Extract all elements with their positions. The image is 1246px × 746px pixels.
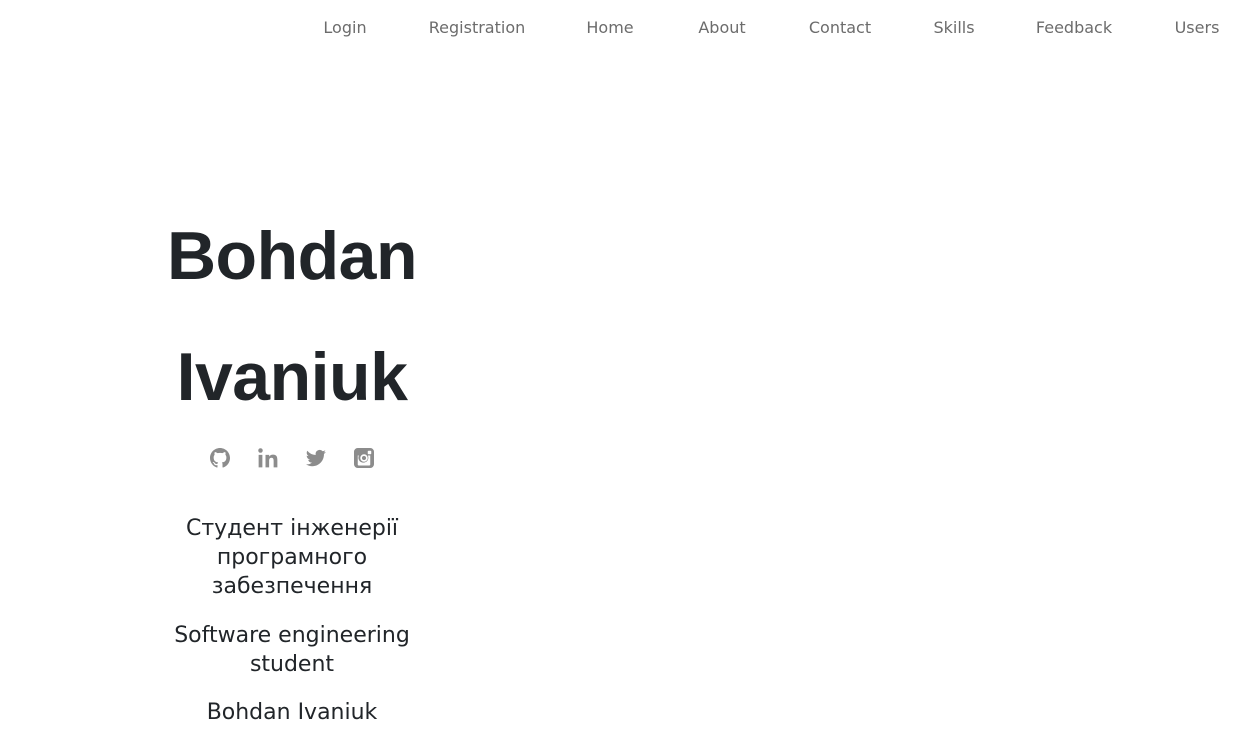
linkedin-icon [258,448,278,468]
nav-link-skills[interactable]: Skills [933,17,974,39]
twitter-icon [306,449,326,467]
social-links [162,446,422,470]
github-icon [210,448,230,468]
github-link[interactable] [208,446,232,470]
nav-link-contact[interactable]: Contact [809,17,871,39]
nav-link-feedback[interactable]: Feedback [1036,17,1112,39]
nav-link-about[interactable]: About [698,17,745,39]
profile-subtitle-english: Software engineering student [174,623,410,677]
nav-link-registration[interactable]: Registration [429,17,525,39]
profile-last-name: Ivaniuk [176,339,408,415]
top-navigation: Login Registration Home About Contact Sk… [0,0,1246,56]
instagram-icon [354,448,374,468]
nav-link-login[interactable]: Login [323,17,366,39]
profile-first-name: Bohdan [166,218,418,294]
twitter-link[interactable] [304,446,328,470]
linkedin-link[interactable] [256,446,280,470]
instagram-link[interactable] [352,446,376,470]
profile-subtitle-ukrainian: Студент інженерії програмного забезпечен… [185,516,399,599]
profile-name-caption: Bohdan Ivaniuk [206,700,378,725]
page: Login Registration Home About Contact Sk… [0,0,1246,746]
nav-link-home[interactable]: Home [586,17,633,39]
nav-link-users[interactable]: Users [1175,17,1220,39]
